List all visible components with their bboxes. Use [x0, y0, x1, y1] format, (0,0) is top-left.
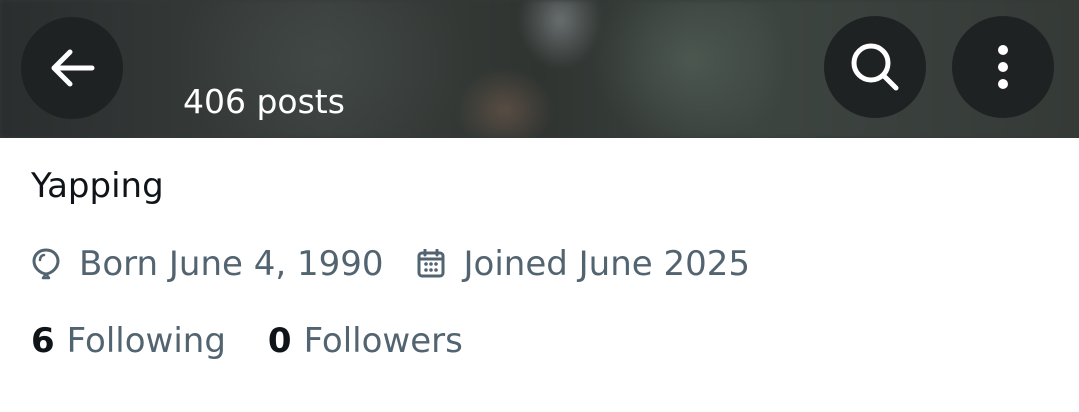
arrow-left-icon — [48, 48, 96, 88]
follow-stats: 6 Following 0 Followers — [31, 320, 463, 362]
followers-link[interactable]: 0 Followers — [268, 321, 463, 361]
birthday-item: Born June 4, 1990 — [31, 244, 384, 284]
joined-text: Joined June 2025 — [463, 244, 751, 284]
profile-meta: Born June 4, 1990 Joined June 2025 — [31, 243, 750, 285]
back-button[interactable] — [21, 17, 123, 119]
joined-item: Joined June 2025 — [416, 244, 751, 284]
search-button[interactable] — [824, 16, 926, 118]
search-icon — [849, 41, 901, 93]
more-vertical-icon — [996, 44, 1010, 90]
posts-count: 406 posts — [183, 82, 345, 121]
more-options-button[interactable] — [952, 16, 1054, 118]
following-link[interactable]: 6 Following — [31, 321, 226, 361]
birthday-text: Born June 4, 1990 — [79, 244, 384, 284]
balloon-icon — [31, 247, 61, 281]
following-label: Following — [66, 321, 226, 361]
profile-banner[interactable]: 406 posts — [0, 0, 1079, 138]
calendar-icon — [416, 249, 446, 279]
followers-count: 0 — [267, 321, 292, 361]
profile-screen: 406 posts Yapping Born June 4, 1990 Join… — [0, 0, 1079, 412]
profile-bio: Yapping — [31, 166, 164, 206]
following-count: 6 — [31, 321, 55, 361]
followers-label: Followers — [303, 321, 463, 361]
